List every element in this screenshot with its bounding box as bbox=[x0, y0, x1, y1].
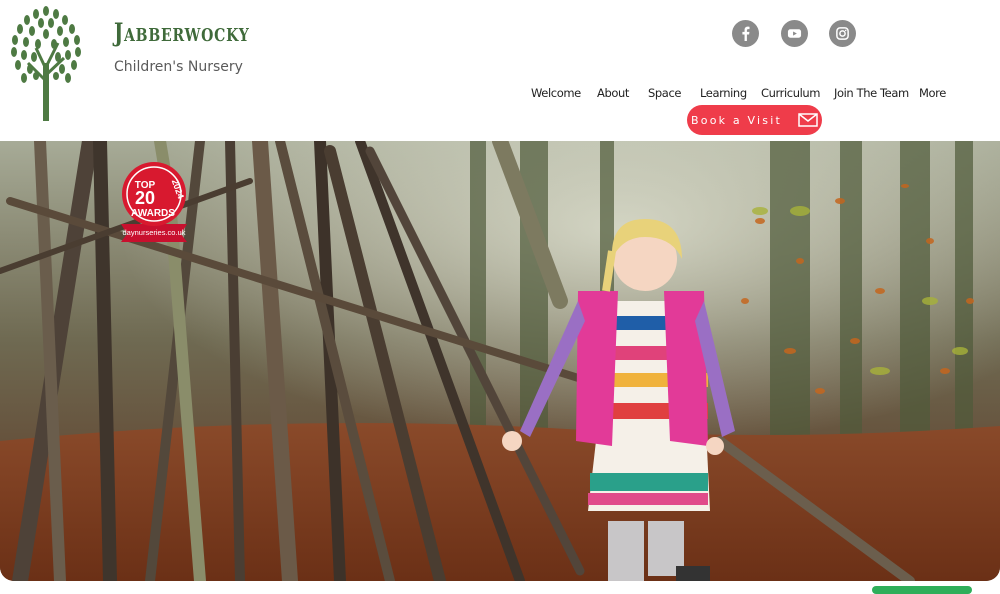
tree-icon[interactable] bbox=[6, 3, 86, 121]
brand-title[interactable]: Jabberwocky bbox=[114, 18, 250, 47]
badge-awards-text: AWARDS bbox=[131, 208, 175, 219]
chat-button-edge[interactable] bbox=[872, 586, 972, 594]
book-a-visit-label: Book a Visit bbox=[691, 113, 782, 127]
nav-join-the-team[interactable]: Join The Team bbox=[834, 86, 909, 100]
nav-more[interactable]: More bbox=[919, 86, 946, 100]
awards-badge[interactable]: TOP 20 AWARDS 2024 daynurseries.co.uk bbox=[115, 160, 193, 242]
site-header: Jabberwocky Children's Nursery Welcome A… bbox=[0, 0, 1000, 141]
badge-site-text: daynurseries.co.uk bbox=[123, 228, 186, 237]
nav-space[interactable]: Space bbox=[648, 86, 681, 100]
nav-curriculum[interactable]: Curriculum bbox=[761, 86, 820, 100]
book-a-visit-button[interactable]: Book a Visit bbox=[687, 105, 822, 135]
instagram-icon[interactable] bbox=[829, 20, 856, 47]
nav-about[interactable]: About bbox=[597, 86, 629, 100]
badge-number-text: 20 bbox=[135, 188, 155, 208]
nav-welcome[interactable]: Welcome bbox=[531, 86, 581, 100]
nav-learning[interactable]: Learning bbox=[700, 86, 747, 100]
youtube-icon[interactable] bbox=[781, 20, 808, 47]
envelope-icon bbox=[798, 113, 818, 127]
facebook-icon[interactable] bbox=[732, 20, 759, 47]
brand-subtitle: Children's Nursery bbox=[114, 59, 243, 75]
